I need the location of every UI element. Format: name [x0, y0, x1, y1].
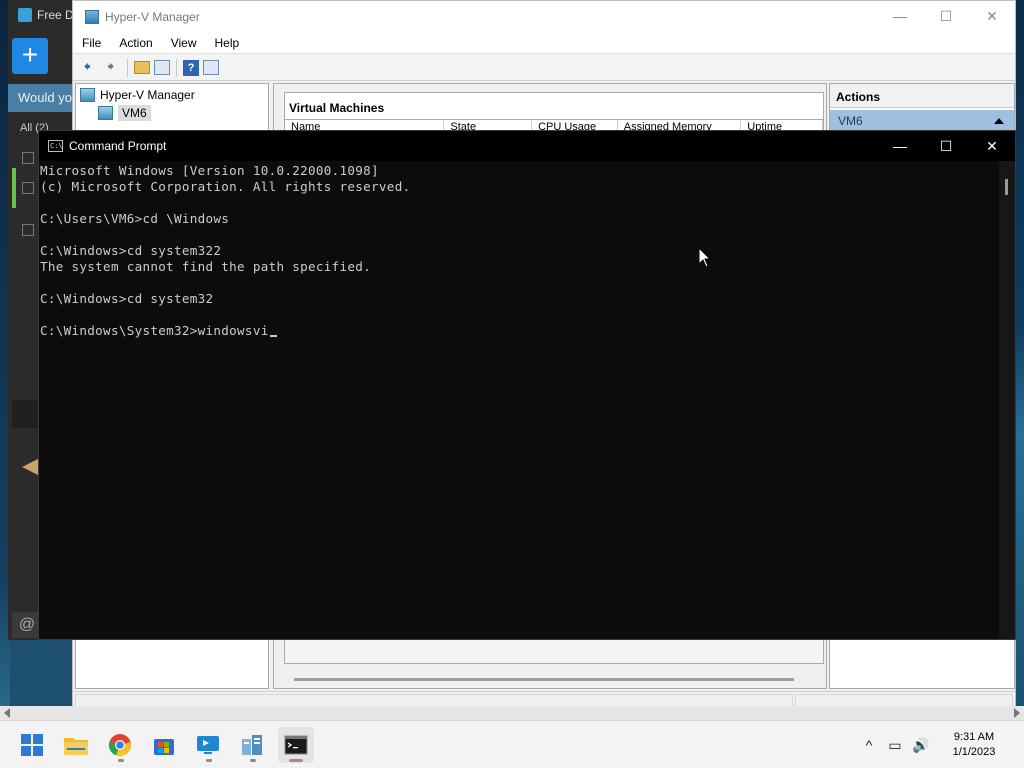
clock-date: 1/1/2023: [952, 746, 996, 758]
menu-file[interactable]: File: [73, 36, 110, 50]
console-line: C:\Users\VM6>cd \Windows: [40, 211, 230, 226]
menu-help[interactable]: Help: [206, 36, 249, 50]
collapse-icon[interactable]: [994, 118, 1004, 124]
tree-item-vm6[interactable]: VM6: [98, 105, 151, 121]
volume-icon[interactable]: 🔊: [908, 737, 934, 754]
console-line: C:\Windows>cd system32: [40, 291, 214, 306]
maximize-button[interactable]: ☐: [923, 1, 969, 32]
file-explorer-icon: [64, 738, 88, 755]
actions-group-vm6[interactable]: VM6: [830, 110, 1014, 132]
hyperv-title: Hyper-V Manager: [105, 9, 200, 24]
virtual-machines-header: Virtual Machines: [284, 92, 824, 120]
checkbox[interactable]: [22, 182, 34, 194]
clock[interactable]: 9:31 AM 1/1/2023: [934, 730, 1014, 760]
cmd-vertical-scrollbar[interactable]: [999, 161, 1015, 639]
taskbar: ^ ▭ 🔊 9:31 AM 1/1/2023: [0, 720, 1024, 768]
console-output[interactable]: Microsoft Windows [Version 10.0.22000.10…: [39, 161, 999, 639]
tree-item-root[interactable]: Hyper-V Manager: [80, 88, 195, 102]
command-prompt-icon: C:\: [48, 140, 63, 152]
console-line: (c) Microsoft Corporation. All rights re…: [40, 179, 411, 194]
start-button[interactable]: [14, 727, 50, 763]
scrollbar-thumb[interactable]: [1005, 179, 1008, 195]
cmd-minimize-button[interactable]: —: [877, 131, 923, 161]
chrome-icon: [108, 734, 131, 757]
remote-desktop-icon: [197, 736, 219, 754]
toolbar-separator: [127, 58, 128, 77]
cmd-maximize-button[interactable]: ☐: [923, 131, 969, 161]
cmd-title: Command Prompt: [69, 139, 167, 153]
toolbar-separator: [176, 58, 177, 77]
console-line: Microsoft Windows [Version 10.0.22000.10…: [40, 163, 379, 178]
menu-bar: File Action View Help: [73, 32, 1015, 54]
promo-banner: Would yo: [8, 84, 80, 112]
chrome-button[interactable]: [102, 727, 138, 763]
actions-header: Actions: [830, 84, 1014, 108]
store-icon: [154, 739, 174, 755]
background-app-title: Free D: [18, 8, 74, 22]
system-tray: ^ ▭ 🔊 9:31 AM 1/1/2023: [856, 721, 1024, 768]
horizontal-scrollbar[interactable]: [294, 678, 794, 681]
tree-item-root-label: Hyper-V Manager: [100, 88, 195, 102]
running-indicator: [206, 759, 212, 762]
cmd-titlebar[interactable]: C:\ Command Prompt — ☐ ✕: [39, 131, 1015, 161]
console-line: C:\Windows>cd system322: [40, 243, 222, 258]
add-button[interactable]: +: [12, 38, 48, 74]
hyperv-manager-button[interactable]: [234, 727, 270, 763]
store-button[interactable]: [146, 727, 182, 763]
back-arrow-icon[interactable]: 🠸: [77, 58, 97, 78]
server-icon: [98, 106, 113, 120]
remote-desktop-button[interactable]: [190, 727, 226, 763]
selected-row-accent: [12, 168, 16, 208]
console-input-line[interactable]: C:\Windows\System32>windowsvi: [40, 323, 999, 339]
hyperv-manager-icon: [80, 88, 95, 102]
show-hide-actions-icon[interactable]: [203, 60, 219, 75]
hyperv-manager-icon: [242, 735, 262, 755]
close-button[interactable]: ✕: [969, 1, 1015, 32]
text-cursor: [269, 335, 277, 337]
menu-view[interactable]: View: [162, 36, 206, 50]
file-explorer-button[interactable]: [58, 727, 94, 763]
forward-arrow-icon[interactable]: 🠺: [101, 58, 121, 78]
running-indicator: [118, 759, 124, 762]
show-hidden-icons-chevron[interactable]: ^: [856, 737, 882, 753]
command-prompt-taskbar-button[interactable]: [278, 727, 314, 763]
console-input-text: C:\Windows\System32>windowsvi: [40, 323, 269, 338]
minimize-button[interactable]: —: [877, 1, 923, 32]
app-icon: [18, 8, 32, 22]
checkbox[interactable]: [22, 224, 34, 236]
hyperv-titlebar[interactable]: Hyper-V Manager — ☐ ✕: [73, 1, 1015, 32]
scroll-right-icon[interactable]: [1014, 708, 1020, 718]
background-app-title-text: Free D: [37, 8, 74, 22]
running-indicator: [250, 759, 256, 762]
tree-item-vm6-label: VM6: [118, 105, 151, 121]
hyperv-icon: [85, 9, 99, 24]
help-icon[interactable]: ?: [183, 59, 199, 76]
menu-action[interactable]: Action: [110, 36, 161, 50]
folder-up-icon[interactable]: [134, 61, 150, 74]
scroll-left-icon[interactable]: [4, 708, 10, 718]
toolbar: 🠸 🠺 ?: [73, 55, 1015, 81]
cmd-close-button[interactable]: ✕: [969, 131, 1015, 161]
network-icon[interactable]: ▭: [882, 737, 908, 754]
show-hide-tree-icon[interactable]: [154, 60, 170, 75]
clock-time: 9:31 AM: [953, 731, 995, 743]
actions-group-vm6-label: VM6: [838, 114, 863, 128]
bottom-scrollbar[interactable]: [0, 706, 1024, 720]
start-icon: [21, 734, 43, 756]
command-prompt-icon: [284, 735, 308, 755]
running-indicator: [289, 759, 303, 762]
command-prompt-window[interactable]: C:\ Command Prompt — ☐ ✕ Microsoft Windo…: [38, 130, 1016, 640]
checkbox[interactable]: [22, 152, 34, 164]
console-line: The system cannot find the path specifie…: [40, 259, 372, 274]
